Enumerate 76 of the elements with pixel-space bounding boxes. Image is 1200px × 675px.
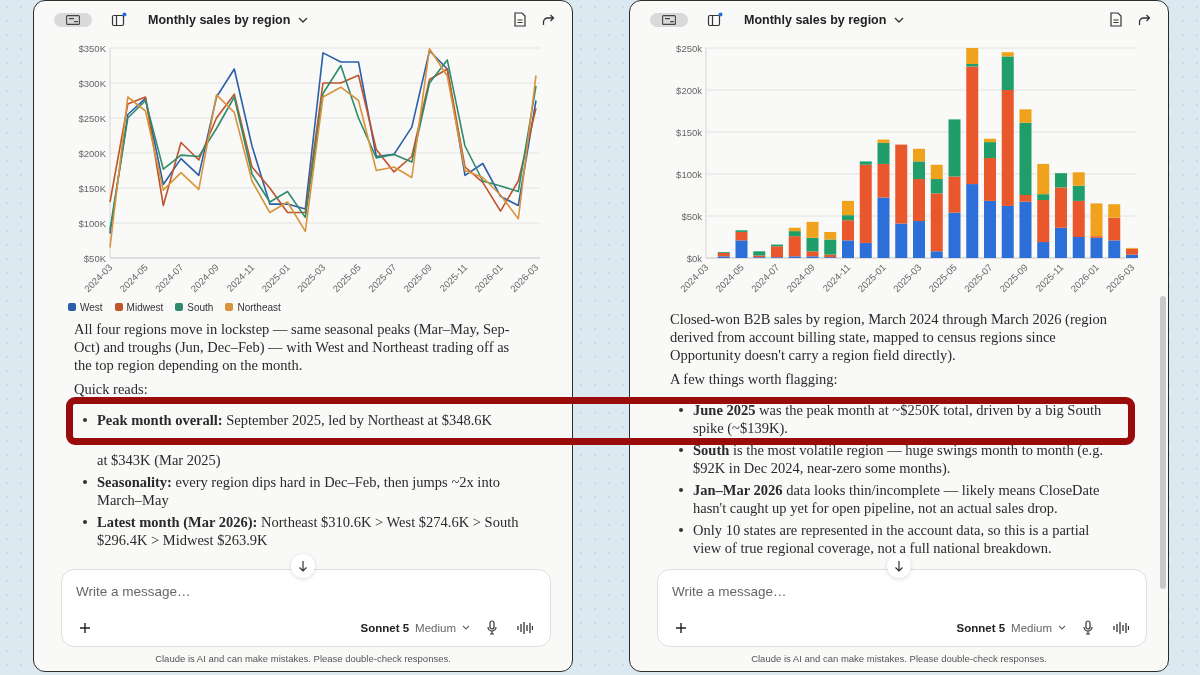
card-icon <box>662 14 676 25</box>
chevron-down-icon <box>1058 625 1066 630</box>
document-icon <box>1110 12 1122 27</box>
bullet-text: June 2025 was the peak month at ~$250K total, driven by a big South spike (~$139K). <box>693 402 1102 436</box>
bullet-text: Seasonality: every region dips hard in Dec–Feb, then jumps ~2x into March–May <box>97 474 500 508</box>
legend-label: Northeast <box>237 301 281 313</box>
list-heading: A few things worth flagging: <box>670 370 839 388</box>
view-toggle-button[interactable] <box>650 12 688 27</box>
microphone-button[interactable] <box>1080 617 1096 638</box>
bar-segment <box>1108 240 1121 258</box>
waveform-icon <box>1113 620 1129 635</box>
arrow-down-icon <box>298 560 308 572</box>
chevron-down-icon <box>894 16 905 23</box>
document-button[interactable] <box>1107 9 1125 30</box>
axis-label: $50K <box>83 252 106 264</box>
axis-label: $0k <box>686 252 702 264</box>
bar-segment <box>1055 227 1067 258</box>
share-icon <box>1138 13 1151 26</box>
scroll-down-button[interactable] <box>291 554 315 578</box>
microphone-icon <box>1083 620 1093 635</box>
microphone-icon <box>487 620 497 635</box>
document-button[interactable] <box>511 9 529 30</box>
message-input[interactable]: Write a message… <box>76 584 536 599</box>
chat-title-button[interactable]: Monthly sales by region <box>148 12 309 27</box>
bar-segment <box>1072 172 1085 186</box>
axis-label: $200k <box>676 84 702 96</box>
axis-label: $200K <box>78 147 106 159</box>
list-heading: Quick reads: <box>74 380 149 398</box>
scrollbar[interactable] <box>1160 296 1166 589</box>
bar-segment <box>984 200 996 258</box>
summary-paragraph: All four regions move in lockstep — same seasonal peaks (Mar–May, Sep-Oct) and troughs (Jun, Dec–Feb) — with West and Northeast trading off as the top region depending on the month. <box>74 320 511 374</box>
bar-segment <box>842 240 854 258</box>
bar-segment <box>913 148 925 162</box>
disclaimer-text: Claude is AI and can make mistakes. Please double-check responses. <box>750 653 1048 664</box>
bar-segment <box>913 221 925 258</box>
scroll-down-button[interactable] <box>887 554 911 578</box>
chevron-down-icon <box>462 625 470 630</box>
axis-label: $100k <box>676 168 702 180</box>
bullet-text: Latest month (Mar 2026): Northeast $310.6K > West $274.6K > South $296.4K > Midwest $263.9K <box>97 514 519 548</box>
bar-segment <box>930 164 943 180</box>
axis-label: $50k <box>681 210 702 222</box>
document-icon <box>514 12 526 27</box>
microphone-button[interactable] <box>484 617 500 638</box>
share-icon <box>542 13 555 26</box>
axis-label: $150K <box>78 182 106 194</box>
bullet-text: Only 10 states are represented in the account data, so this is a partial view of true regional coverage, not a full national breakdown. <box>693 522 1090 556</box>
message-input[interactable]: Write a message… <box>672 584 1132 599</box>
plus-icon <box>79 621 91 634</box>
legend-label: West <box>80 301 103 313</box>
plus-icon <box>675 621 687 634</box>
bullet-text: at $343K (Mar 2025) <box>97 452 221 468</box>
axis-label: $100K <box>78 217 106 229</box>
bar-segment <box>948 212 961 258</box>
chat-title-button[interactable]: Monthly sales by region <box>744 12 905 27</box>
arrow-down-icon <box>894 560 904 572</box>
sidebar-icon <box>707 11 723 28</box>
bullet-text: Jan–Mar 2026 data looks thin/incomplete — likely means CloseDate hasn't caught up yet for open pipeline, not an actual sales drop. <box>693 482 1100 516</box>
bullet-text: South is the most volatile region — huge swings month to month (e.g. $92K in Dec 2024, near-zero some months). <box>693 442 1104 476</box>
summary-paragraph: Closed-won B2B sales by region, March 2024 through March 2026 (region derived from account billing state, mapped to census regions since Opportunity doesn't carry a region field directly). <box>670 310 1108 364</box>
axis-label: $350K <box>78 42 106 54</box>
disclaimer-text: Claude is AI and can make mistakes. Please double-check responses. <box>154 653 452 664</box>
axis-label: $150k <box>676 126 702 138</box>
legend-label: South <box>187 301 214 313</box>
legend-label: Midwest <box>126 301 164 313</box>
axis-label: $250k <box>676 42 702 54</box>
chevron-down-icon <box>298 16 309 23</box>
model-selector[interactable]: Sonnet 5 Medium <box>956 621 1066 634</box>
axis-label: $300K <box>78 77 106 89</box>
sidebar-icon <box>111 11 127 28</box>
model-selector[interactable]: Sonnet 5 Medium <box>360 621 470 634</box>
bullet-text: Peak month overall: September 2025, led by Northeast at $348.6K <box>97 412 493 428</box>
bar-segment <box>806 221 819 238</box>
axis-label: $250K <box>78 112 106 124</box>
view-toggle-button[interactable] <box>54 12 92 27</box>
card-icon <box>66 14 80 25</box>
waveform-icon <box>517 620 533 635</box>
